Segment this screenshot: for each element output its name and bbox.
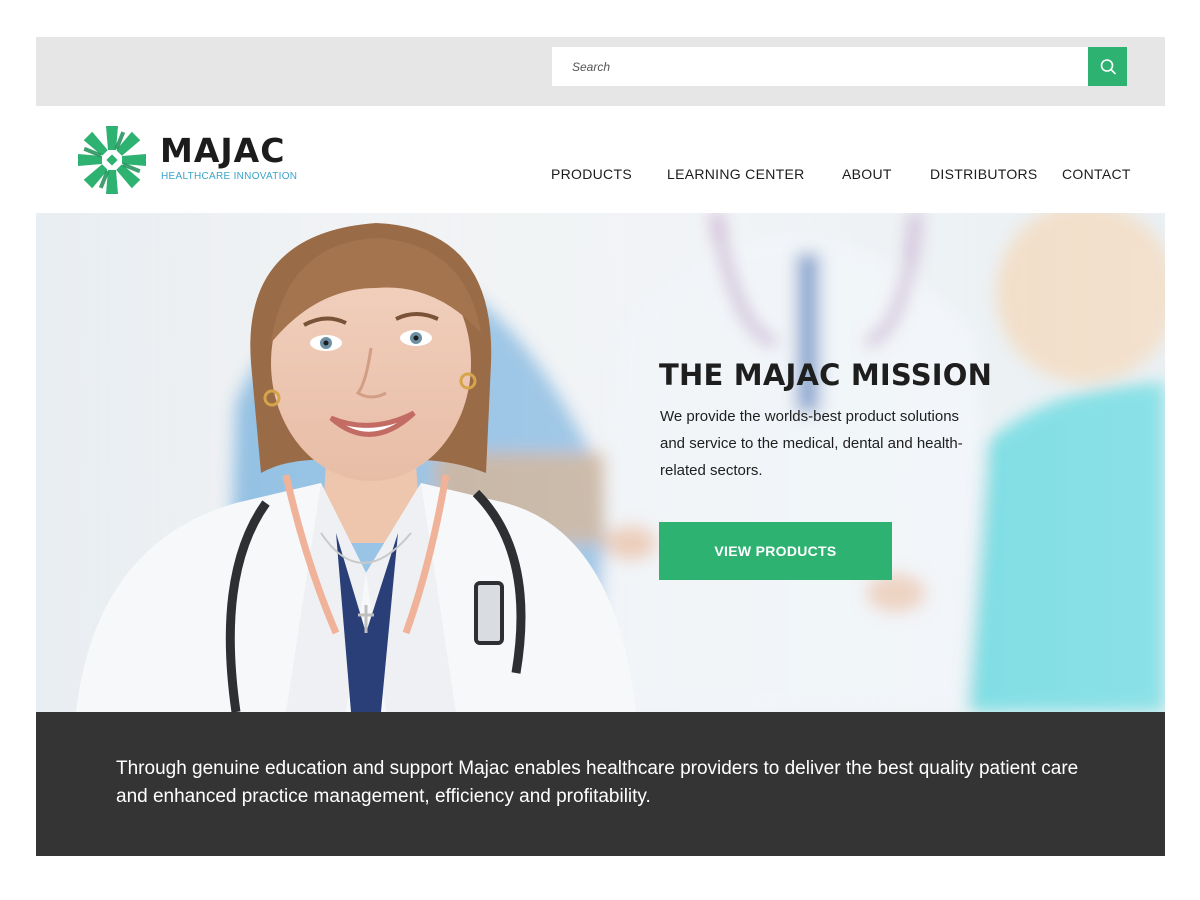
page-frame: MAJAC HEALTHCARE INNOVATION PRODUCTS LEA… <box>36 37 1165 856</box>
brand-logo[interactable]: MAJAC HEALTHCARE INNOVATION <box>76 124 298 196</box>
brand-tagline: HEALTHCARE INNOVATION <box>161 171 298 182</box>
search-button[interactable] <box>1088 47 1127 86</box>
nav-item-contact[interactable]: CONTACT <box>1062 166 1131 182</box>
mission-statement-text: Through genuine education and support Ma… <box>116 758 1079 807</box>
nav-item-learning-center[interactable]: LEARNING CENTER <box>667 166 805 182</box>
search-icon <box>1100 58 1116 74</box>
nav-item-distributors[interactable]: DISTRIBUTORS <box>930 166 1038 182</box>
search-input[interactable] <box>552 47 1088 86</box>
nav-item-about[interactable]: ABOUT <box>842 166 892 182</box>
hero-description: We provide the worlds-best product solut… <box>660 408 963 479</box>
top-search-bar <box>36 37 1165 106</box>
hero-title: THE MAJAC MISSION <box>659 358 993 392</box>
hero-photo <box>36 213 1165 712</box>
brand-name: MAJAC <box>160 131 286 170</box>
mission-statement-band: Through genuine education and support Ma… <box>36 712 1165 856</box>
hero-section: THE MAJAC MISSION We provide the worlds-… <box>36 213 1165 712</box>
majac-logo-icon <box>78 126 146 194</box>
view-products-button[interactable]: VIEW PRODUCTS <box>659 522 892 580</box>
nav-item-products[interactable]: PRODUCTS <box>551 166 632 182</box>
site-header: MAJAC HEALTHCARE INNOVATION PRODUCTS LEA… <box>36 106 1165 213</box>
search-box <box>552 47 1088 86</box>
